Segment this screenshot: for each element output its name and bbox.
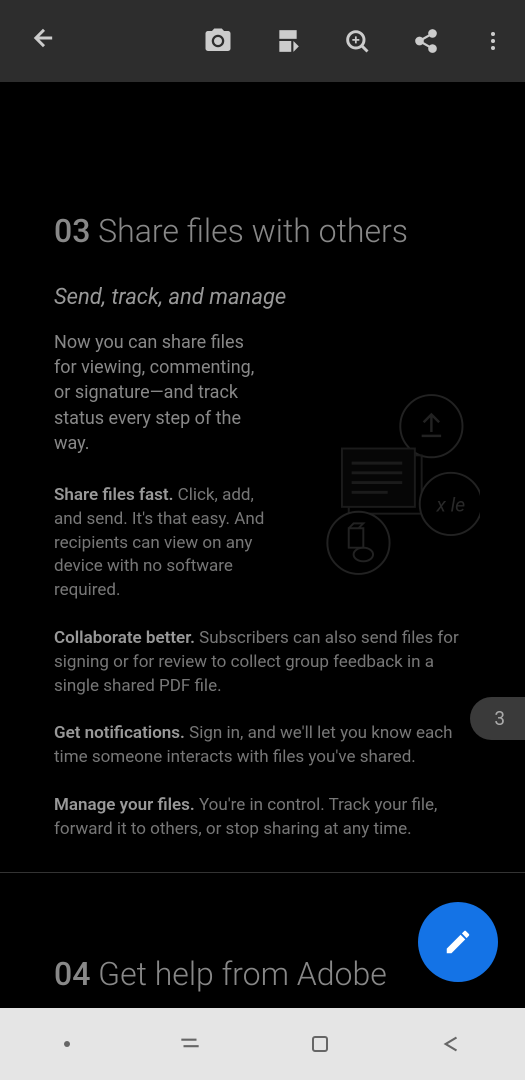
menu-icon[interactable] — [481, 29, 505, 53]
section-title-text: Get help from Adobe — [98, 955, 387, 993]
share-illustration-icon: x le — [305, 387, 480, 582]
section-subtitle: Send, track, and manage — [54, 285, 471, 310]
nav-back-icon[interactable] — [417, 1021, 483, 1067]
intro-paragraph: Now you can share files for viewing, com… — [54, 330, 264, 456]
pencil-icon — [443, 927, 473, 957]
nav-home-icon[interactable] — [288, 1022, 352, 1066]
camera-icon[interactable] — [203, 26, 233, 56]
search-icon[interactable] — [343, 27, 371, 55]
feature-manage: Manage your files. You're in control. Tr… — [54, 794, 471, 842]
svg-text:x le: x le — [435, 494, 465, 517]
nav-recents-icon[interactable] — [157, 1021, 223, 1067]
section-03-title: 03 Share files with others — [54, 212, 471, 250]
back-button[interactable] — [20, 14, 68, 69]
feature-share-fast: Share files fast. Click, add, and send. … — [54, 484, 274, 603]
document-content: 03 Share files with others Send, track, … — [0, 82, 525, 906]
share-icon[interactable] — [413, 28, 439, 54]
section-number: 04 — [54, 955, 90, 993]
feature-collaborate: Collaborate better. Subscribers can also… — [54, 627, 471, 698]
feature-notifications: Get notifications. Sign in, and we'll le… — [54, 722, 471, 770]
feature-title: Share files fast. — [54, 485, 173, 505]
section-number: 03 — [54, 212, 90, 250]
divider — [0, 872, 525, 873]
feature-title: Get notifications. — [54, 723, 185, 743]
section-title-text: Share files with others — [98, 212, 408, 250]
section-04-title: 04 Get help from Adobe — [54, 955, 387, 993]
document-icon[interactable] — [275, 28, 301, 54]
system-nav-bar — [0, 1008, 525, 1080]
top-toolbar — [0, 0, 525, 82]
edit-fab-button[interactable] — [418, 902, 498, 982]
feature-title: Manage your files. — [54, 795, 195, 815]
page-number-badge[interactable]: 3 — [470, 697, 525, 740]
nav-dot[interactable] — [42, 1029, 92, 1059]
feature-title: Collaborate better. — [54, 628, 195, 648]
